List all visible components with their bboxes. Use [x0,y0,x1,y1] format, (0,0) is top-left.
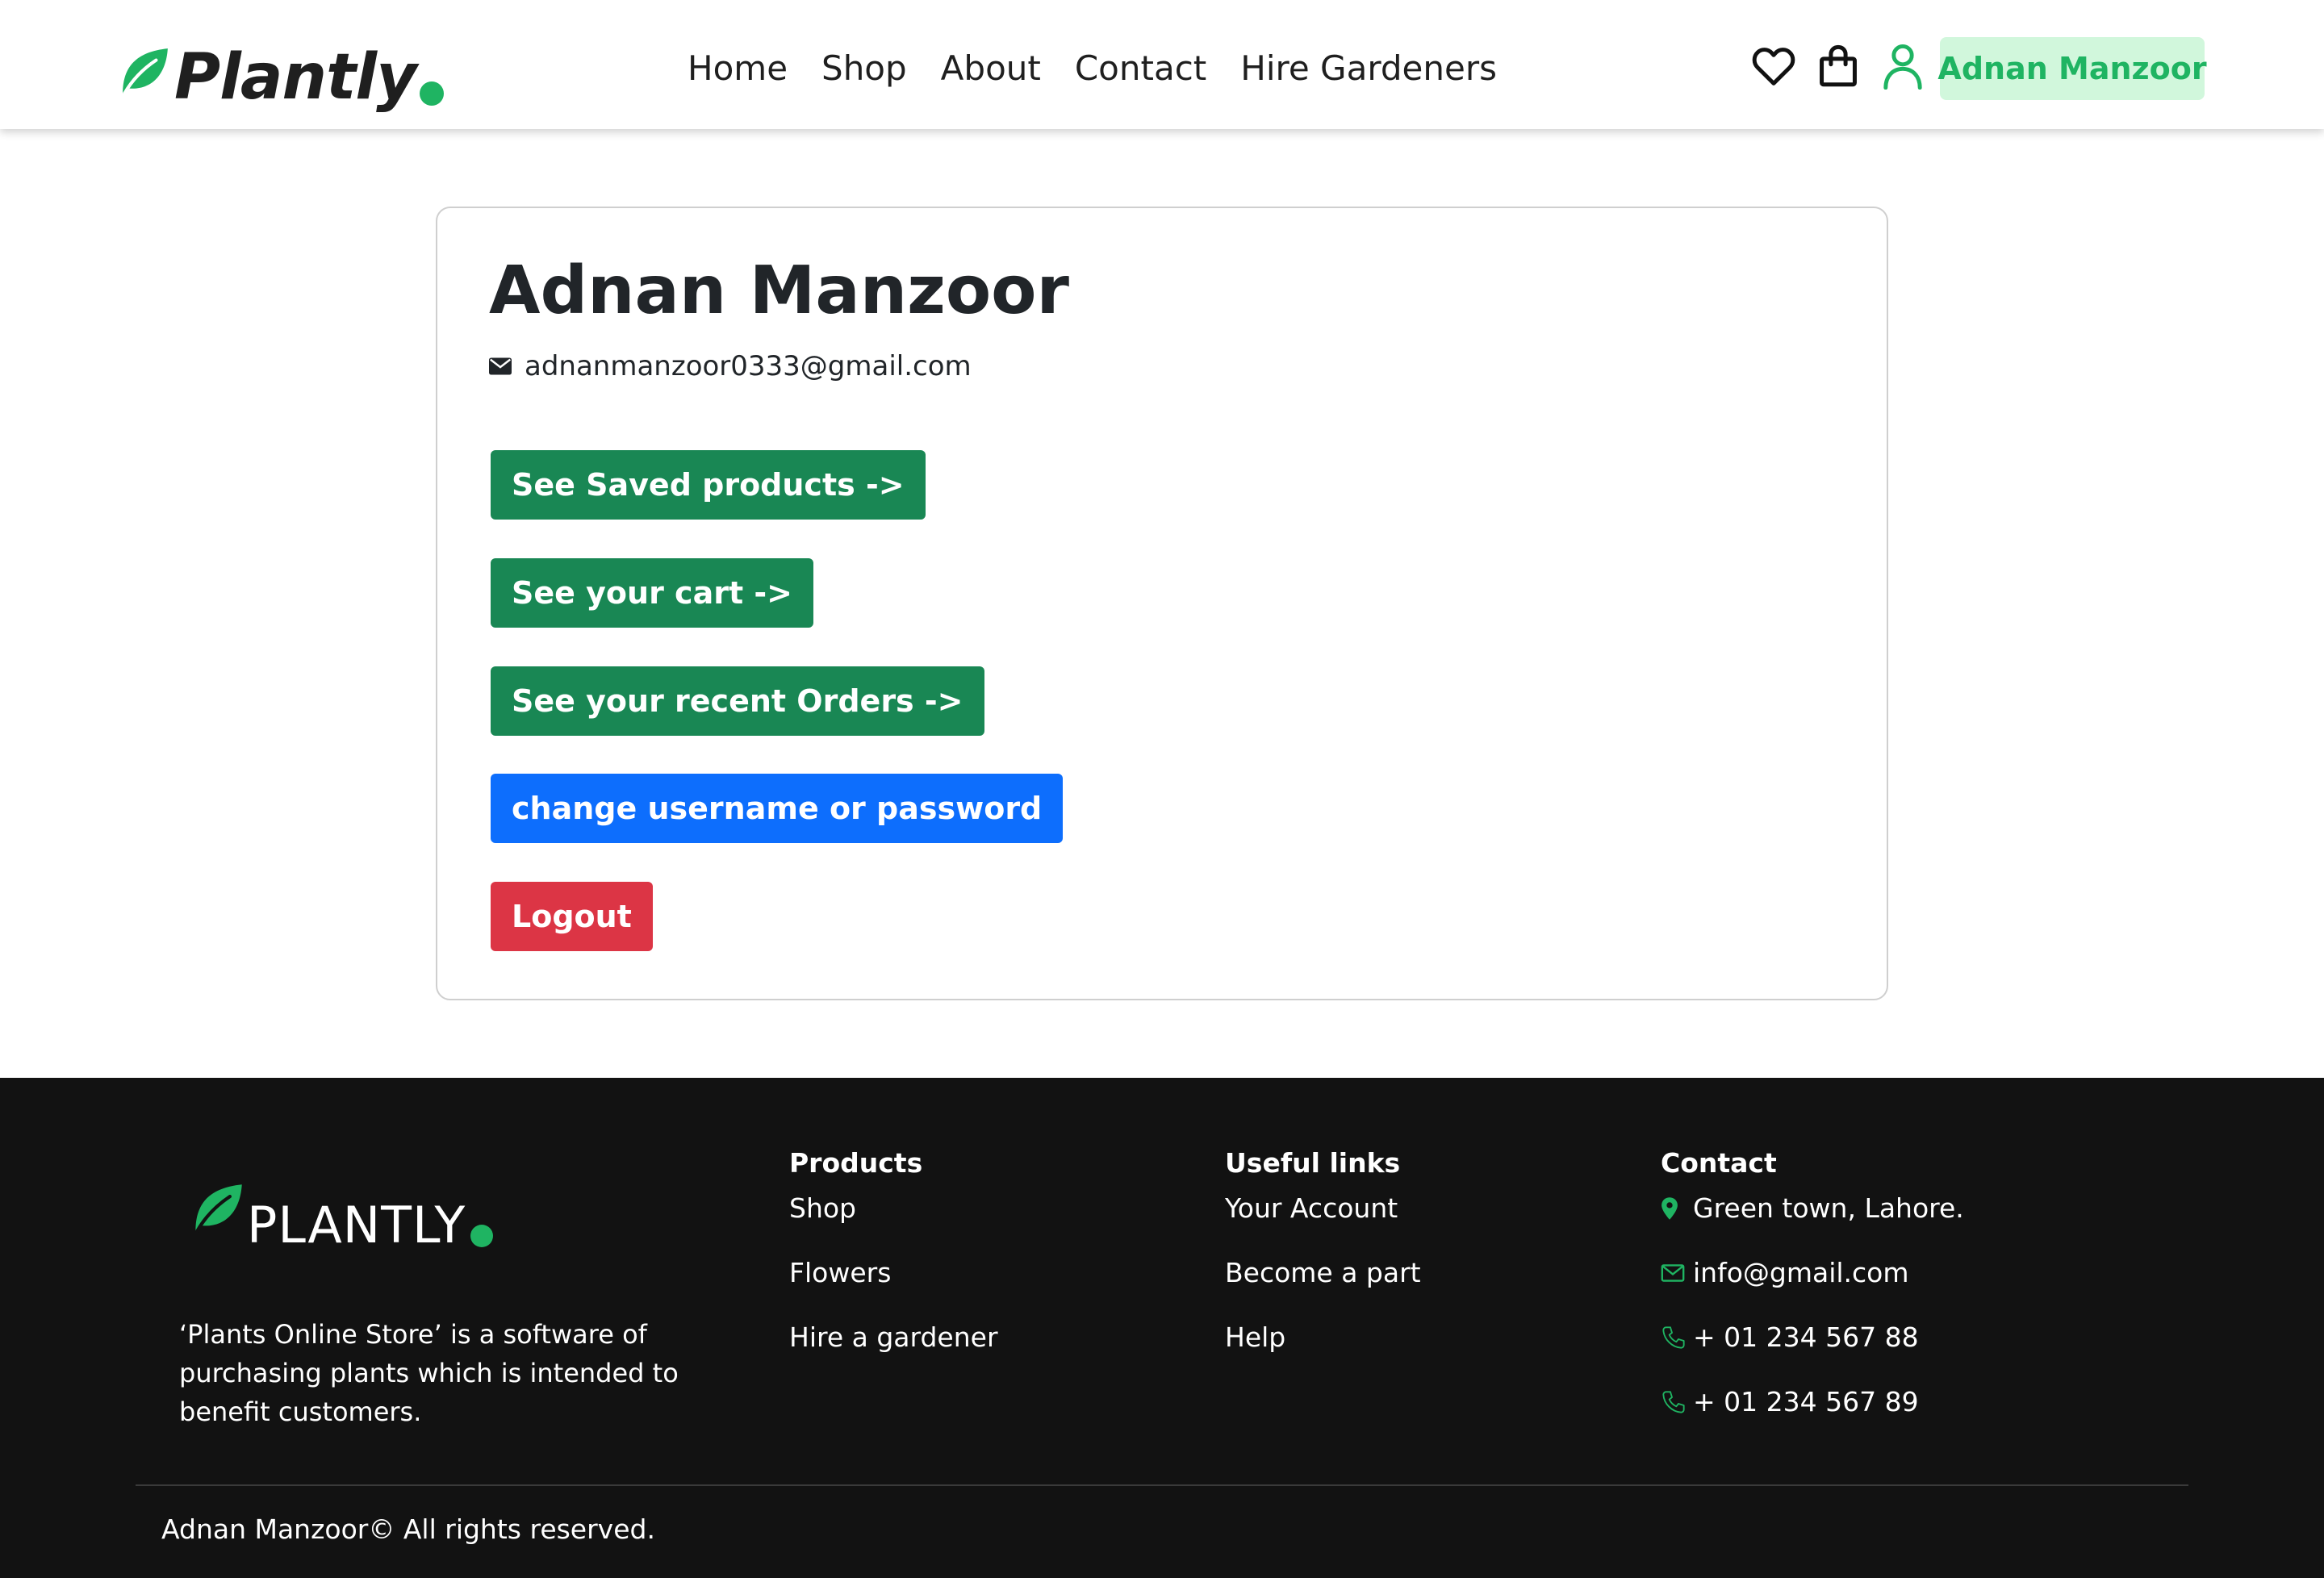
footer-link-flowers[interactable]: Flowers [789,1250,998,1315]
nav-hire-gardeners[interactable]: Hire Gardeners [1240,42,1497,95]
footer-contact-title: Contact [1661,1147,1777,1179]
footer-products-column: Products Shop Flowers Hire a gardener [789,1141,998,1380]
see-recent-orders-button[interactable]: See your recent Orders -> [491,666,984,736]
footer-useful-links-column: Useful links Your Account Become a part … [1225,1141,1421,1380]
footer-description: ‘Plants Online Store’ is a software of p… [179,1319,679,1427]
phone-icon [1661,1315,1688,1360]
phone-icon [1661,1380,1688,1425]
footer-brand-logo: PLANTLY [190,1181,494,1254]
location-pin-icon [1661,1186,1688,1231]
see-cart-button[interactable]: See your cart -> [491,558,813,628]
footer-contact-phone-2[interactable]: + 01 234 567 89 [1661,1380,1964,1444]
leaf-icon [123,48,168,95]
footer-link-shop[interactable]: Shop [789,1186,998,1250]
profile-name: Adnan Manzoor [489,253,1069,329]
main-nav: Home Shop About Contact Hire Gardeners [688,42,1531,95]
footer-contact-phone-1[interactable]: + 01 234 567 88 [1661,1315,1964,1380]
footer-brand-dot [470,1225,494,1247]
envelope-icon [1661,1250,1688,1296]
footer-contact-address-text: Green town, Lahore. [1693,1192,1964,1224]
brand-name: Plantly [174,41,417,114]
footer-contact-phone-2-text: + 01 234 567 89 [1693,1386,1919,1417]
heart-icon[interactable] [1749,42,1798,90]
footer-contact-phone-1-text: + 01 234 567 88 [1693,1321,1919,1353]
nav-shop[interactable]: Shop [821,42,907,95]
footer-useful-links-title: Useful links [1225,1147,1401,1179]
profile-email-text: adnanmanzoor0333@gmail.com [525,350,972,382]
footer-contact-column: Contact Green town, Lahore. info@gmail.c… [1661,1141,1964,1444]
brand-logo[interactable]: Plantly [118,39,444,116]
logout-button[interactable]: Logout [491,882,653,951]
brand-dot [419,81,444,106]
footer-contact-address: Green town, Lahore. [1661,1186,1964,1250]
shopping-bag-icon[interactable] [1814,42,1862,90]
nav-about[interactable]: About [941,42,1041,95]
footer-contact-email-text: info@gmail.com [1693,1257,1909,1288]
nav-home[interactable]: Home [688,42,788,95]
user-icon[interactable] [1879,42,1927,90]
footer-contact-email[interactable]: info@gmail.com [1661,1250,1964,1315]
footer-products-title: Products [789,1147,923,1179]
navbar: Plantly Home Shop About Contact Hire Gar… [0,0,2324,129]
user-account-button[interactable]: Adnan Manzoor [1937,37,2207,100]
nav-contact[interactable]: Contact [1075,42,1206,95]
footer-brand-name: PLANTLY [247,1196,466,1254]
footer-link-hire-gardener[interactable]: Hire a gardener [789,1315,998,1380]
footer-link-your-account[interactable]: Your Account [1225,1186,1421,1250]
footer: PLANTLY ‘Plants Online Store’ is a softw… [0,1078,2324,1578]
change-credentials-button[interactable]: change username or password [491,774,1064,843]
leaf-icon [195,1184,242,1233]
footer-link-become-part[interactable]: Become a part [1225,1250,1421,1315]
profile-card: Adnan Manzoor adnanmanzoor0333@gmail.com… [436,207,1888,1000]
footer-divider [136,1484,2188,1486]
footer-link-help[interactable]: Help [1225,1315,1421,1380]
footer-copyright: Adnan Manzoor© All rights reserved. [161,1513,655,1545]
profile-email: adnanmanzoor0333@gmail.com [489,350,972,382]
envelope-icon [489,357,512,375]
nav-icons [1749,42,1943,90]
see-saved-products-button[interactable]: See Saved products -> [491,450,926,520]
